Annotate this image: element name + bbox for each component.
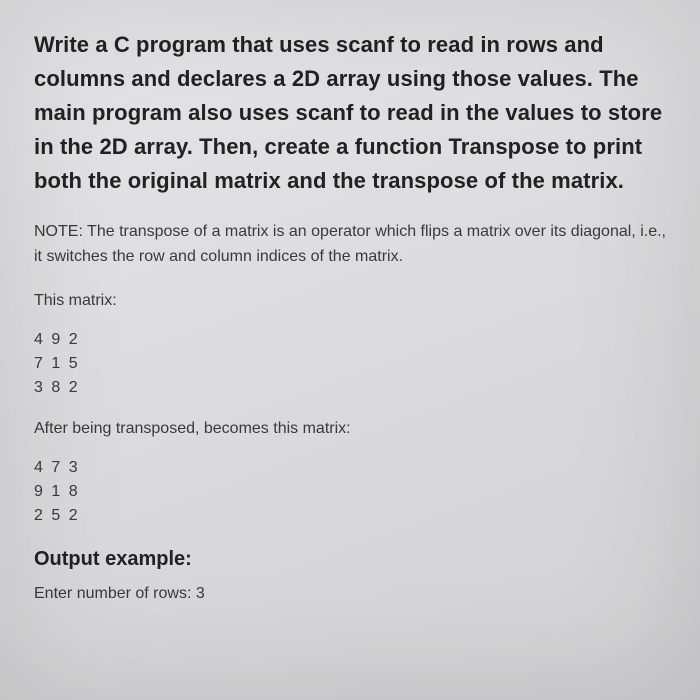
problem-statement: Write a C program that uses scanf to rea… [34, 28, 666, 198]
after-transpose-label: After being transposed, becomes this mat… [34, 420, 666, 438]
note-text: NOTE: The transpose of a matrix is an op… [34, 220, 666, 270]
transposed-matrix: 4 7 3 9 1 8 2 5 2 [34, 456, 666, 528]
output-example-line: Enter number of rows: 3 [34, 585, 666, 603]
output-example-heading: Output example: [34, 548, 666, 571]
original-matrix: 4 9 2 7 1 5 3 8 2 [34, 328, 666, 400]
this-matrix-label: This matrix: [34, 292, 666, 310]
